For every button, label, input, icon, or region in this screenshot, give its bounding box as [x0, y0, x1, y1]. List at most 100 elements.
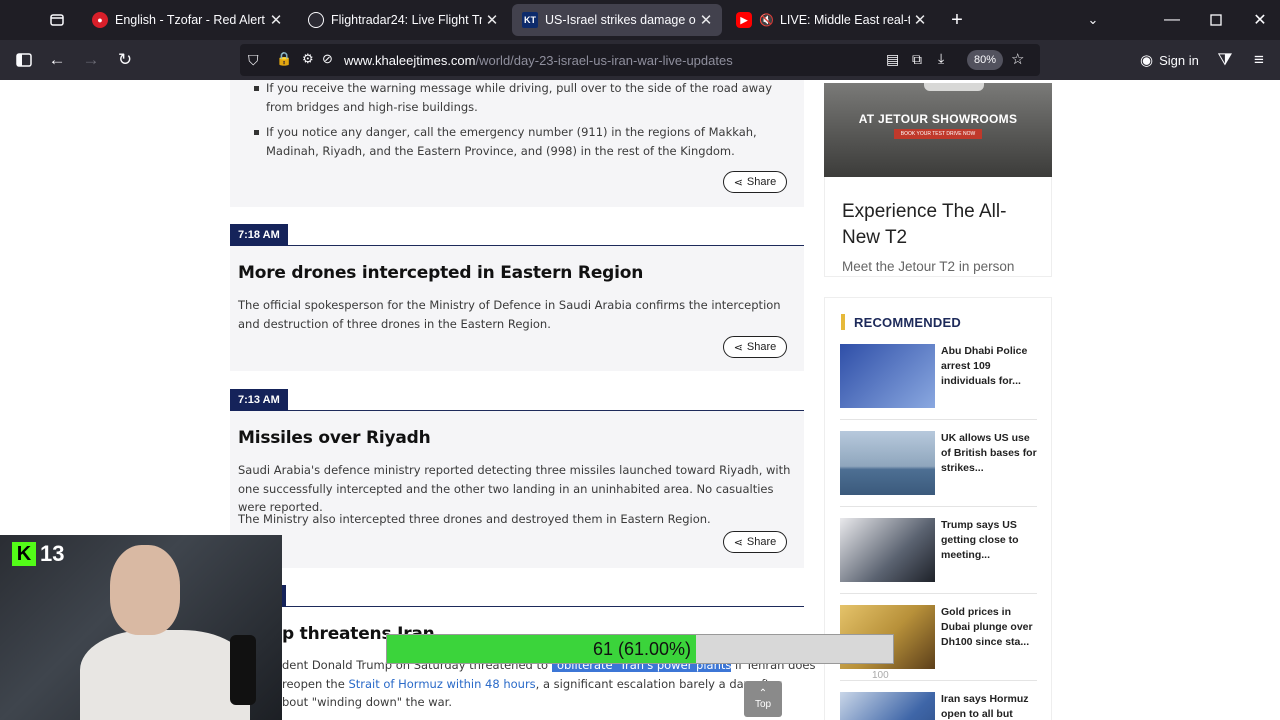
article-thumbnail[interactable] — [840, 431, 935, 495]
recommended-title[interactable]: Gold prices in Dubai plunge over Dh100 s… — [941, 605, 1037, 650]
update-headline[interactable]: More drones intercepted in Eastern Regio… — [238, 263, 643, 283]
tab-title: English - Tzofar - Red Alert — [115, 13, 265, 27]
update-paragraph: The Ministry also intercepted three dron… — [238, 512, 711, 526]
recommended-item[interactable]: Iran says Hormuz open to all but — [840, 692, 1037, 720]
share-icon: ⋖ — [733, 341, 743, 354]
permissions-icon[interactable]: ⚙ — [302, 51, 314, 67]
shield-icon[interactable]: ⛉ — [248, 52, 259, 69]
url-text[interactable]: www.khaleejtimes.com/world/day-23-israel… — [344, 53, 733, 68]
reload-icon[interactable]: ↻ — [113, 48, 137, 72]
recommended-item[interactable]: Trump says US getting close to meeting..… — [840, 518, 1037, 582]
webcam-overlay: K 13 — [0, 535, 282, 720]
browser-tab-strip: ● English - Tzofar - Red Alert ✕ Flightr… — [0, 0, 1280, 40]
article-thumbnail[interactable] — [840, 692, 935, 720]
recommended-title[interactable]: Trump says US getting close to meeting..… — [941, 518, 1037, 563]
recommended-title[interactable]: Iran says Hormuz open to all but — [941, 692, 1037, 720]
goal-progress-label: 61 (61.00%) — [592, 638, 691, 659]
divider — [840, 680, 1037, 681]
goal-progress-bar: 61 (61.00%) — [386, 634, 894, 664]
picture-in-picture-icon[interactable]: ⧉ — [912, 51, 922, 68]
sponsored-promo[interactable]: Experience The All-New T2 Meet the Jetou… — [824, 177, 1052, 277]
youtube-icon: ▶ — [736, 12, 752, 28]
divider — [230, 606, 804, 607]
article-link[interactable]: Strait of Hormuz within 48 hours — [348, 677, 535, 691]
divider — [840, 593, 1037, 594]
promo-subtitle: Meet the Jetour T2 in person — [842, 259, 1015, 274]
share-button[interactable]: ⋖ Share — [723, 171, 787, 193]
chevron-up-icon: ⌃ — [758, 688, 768, 699]
tab-flightradar[interactable]: Flightradar24: Live Flight Tracke ✕ — [298, 4, 508, 36]
update-headline[interactable]: Missiles over Riyadh — [238, 428, 431, 448]
close-tab-icon[interactable]: ✕ — [910, 11, 930, 29]
advertisement-banner[interactable]: AT JETOUR SHOWROOMS BOOK YOUR TEST DRIVE… — [824, 83, 1052, 177]
tab-khaleej-times[interactable]: KT US-Israel strikes damage over 8 ✕ — [512, 4, 722, 36]
list-all-tabs-icon[interactable]: ⌄ — [1083, 10, 1103, 30]
navigation-toolbar: ← → ↻ ⛉ 🔒 ⚙ ⊘ www.khaleejtimes.com/world… — [0, 40, 1280, 80]
extensions-icon[interactable]: ⧩ — [1213, 48, 1237, 72]
new-tab-icon[interactable]: + — [947, 9, 967, 31]
zoom-level-button[interactable]: 80% — [967, 50, 1004, 70]
recommended-item[interactable]: Abu Dhabi Police arrest 109 individuals … — [840, 344, 1037, 408]
maximize-icon[interactable] — [1206, 10, 1226, 30]
update-paragraph: Saudi Arabia's defence ministry reported… — [238, 463, 791, 514]
close-tab-icon[interactable]: ✕ — [696, 11, 716, 29]
back-arrow-icon[interactable]: ← — [45, 48, 69, 72]
share-button[interactable]: ⋖ Share — [723, 531, 787, 553]
ad-cta-button[interactable]: BOOK YOUR TEST DRIVE NOW — [894, 129, 982, 139]
recommended-heading: RECOMMENDED — [854, 315, 961, 330]
update-paragraph: The official spokesperson for the Minist… — [238, 298, 781, 331]
kick-logo-icon: K — [12, 542, 36, 566]
menu-icon[interactable]: ≡ — [1247, 48, 1271, 72]
list-item: If you notice any danger, call the emerg… — [254, 123, 794, 161]
minimize-icon[interactable]: — — [1162, 10, 1182, 30]
reader-view-icon[interactable]: ▤ — [886, 51, 899, 68]
tab-title: LIVE: Middle East real-time — [779, 13, 910, 27]
timestamp-badge: 7:18 AM — [230, 224, 288, 246]
recommended-title[interactable]: UK allows US use of British bases for st… — [941, 431, 1037, 476]
sign-in-label: Sign in — [1159, 52, 1199, 68]
ad-headline: AT JETOUR SHOWROOMS — [858, 112, 1018, 126]
promo-title[interactable]: Experience The All-New T2 — [842, 199, 1042, 251]
accent-bar — [841, 314, 845, 330]
share-icon: ⋖ — [733, 536, 743, 549]
top-label: Top — [754, 699, 772, 710]
goal-caption: 24H Ukkostriimi rahaatia — [560, 615, 691, 629]
sidebar-toggle-icon[interactable] — [12, 48, 36, 72]
divider — [840, 506, 1037, 507]
lock-icon[interactable]: 🔒 — [276, 51, 292, 67]
microphone — [230, 635, 256, 705]
flightradar-icon — [308, 12, 324, 28]
tab-youtube-live[interactable]: ▶ 🔇 LIVE: Middle East real-time ✕ — [726, 4, 936, 36]
share-icon: ⋖ — [733, 176, 743, 189]
khaleej-times-icon: KT — [522, 12, 538, 28]
muted-speaker-icon[interactable]: 🔇 — [759, 13, 774, 27]
timestamp-badge: 7:13 AM — [230, 389, 288, 411]
streamer-face — [110, 545, 180, 635]
close-tab-icon[interactable]: ✕ — [482, 11, 502, 29]
viewer-count: 13 — [40, 541, 65, 566]
sign-in-button[interactable]: ◉ Sign in — [1140, 51, 1199, 69]
article-thumbnail[interactable] — [840, 518, 935, 582]
update-paragraph: dent Donald Trump on Saturday threatened… — [282, 658, 816, 709]
close-window-icon[interactable]: ✕ — [1250, 10, 1270, 30]
address-bar[interactable]: ⛉ 🔒 ⚙ ⊘ www.khaleejtimes.com/world/day-2… — [240, 44, 1040, 76]
tab-title: Flightradar24: Live Flight Tracke — [331, 13, 482, 27]
article-thumbnail[interactable] — [840, 344, 935, 408]
streamer-shirt — [80, 630, 250, 720]
recommended-item[interactable]: UK allows US use of British bases for st… — [840, 431, 1037, 495]
kick-viewer-badge: K 13 — [12, 541, 64, 567]
forward-arrow-icon[interactable]: → — [79, 48, 103, 72]
account-icon: ◉ — [1140, 52, 1154, 69]
recommended-title[interactable]: Abu Dhabi Police arrest 109 individuals … — [941, 344, 1037, 389]
save-to-pocket-icon[interactable]: ⤓ — [938, 50, 944, 67]
firefox-view-icon[interactable] — [47, 10, 67, 30]
autoplay-blocked-icon[interactable]: ⊘ — [322, 51, 333, 67]
close-tab-icon[interactable]: ✕ — [266, 11, 286, 29]
bookmark-star-icon[interactable]: ☆ — [1011, 50, 1024, 68]
tab-title: US-Israel strikes damage over 8 — [545, 13, 696, 27]
tzofar-icon: ● — [92, 12, 108, 28]
tab-tzofar[interactable]: ● English - Tzofar - Red Alert ✕ — [82, 4, 292, 36]
divider — [840, 419, 1037, 420]
share-button[interactable]: ⋖ Share — [723, 336, 787, 358]
back-to-top-button[interactable]: ⌃ Top — [744, 681, 782, 717]
